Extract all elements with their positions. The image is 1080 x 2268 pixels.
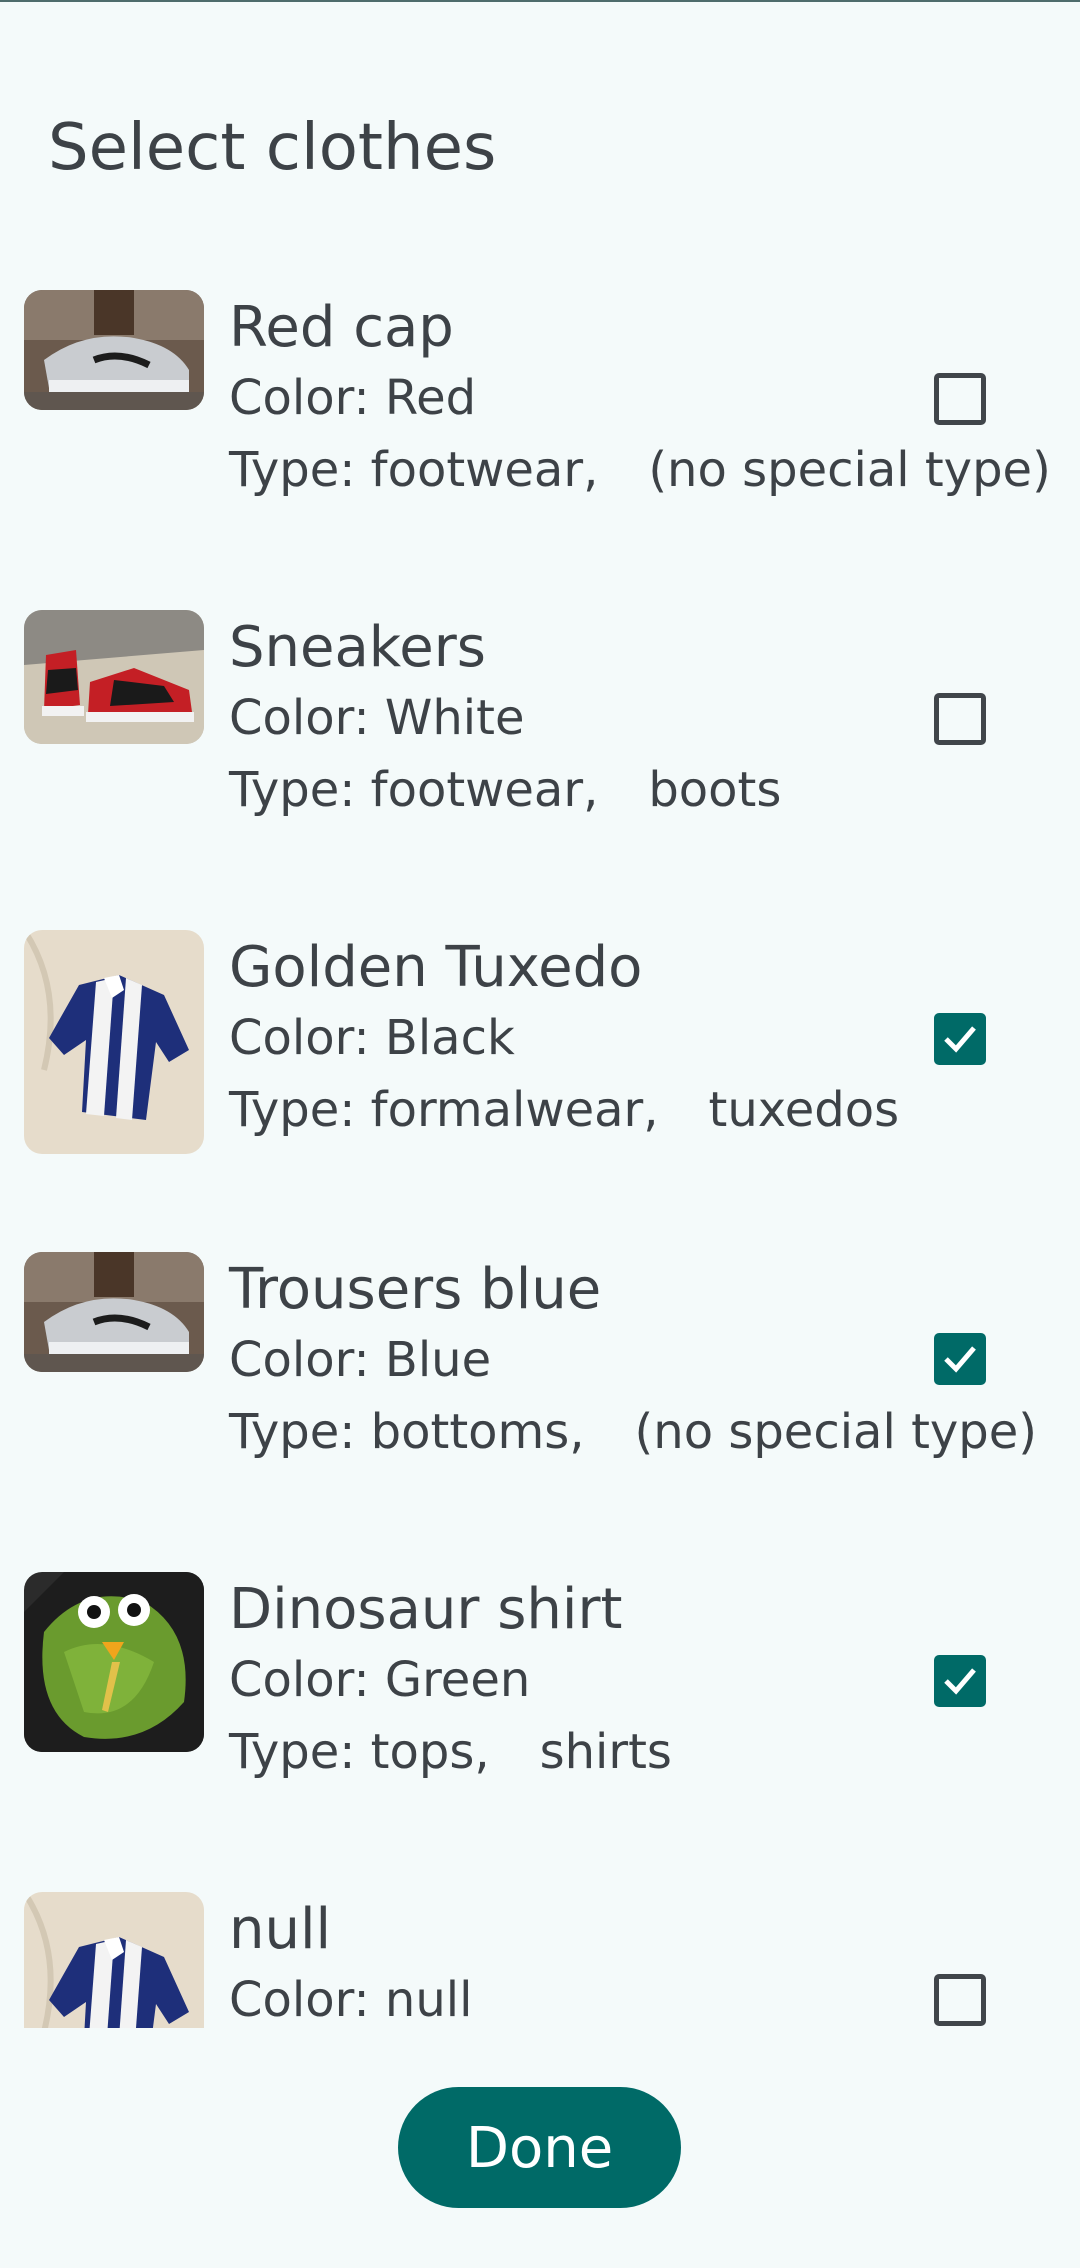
- item-type-special: shirts: [539, 1724, 672, 1780]
- item-color: Color: Black: [229, 1010, 515, 1066]
- item-color: Color: Red: [229, 370, 477, 426]
- item-name: Dinosaur shirt: [229, 1577, 623, 1642]
- red-high-tops-photo-icon: [24, 610, 204, 744]
- item-name: Red cap: [229, 295, 454, 360]
- page-title: Select clothes: [48, 111, 497, 185]
- item-type-special: (no special type): [648, 442, 1051, 498]
- list-item-sneakers[interactable]: Sneakers Color: White Type: footwear, boo…: [0, 600, 1080, 920]
- item-name: Sneakers: [229, 615, 486, 680]
- list-item-golden-tuxedo[interactable]: Golden Tuxedo Color: Black Type: formalw…: [0, 920, 1080, 1240]
- checkmark-icon: [944, 1668, 976, 1695]
- item-checkbox[interactable]: [934, 1655, 986, 1707]
- item-type-category: Type: formalwear,: [229, 1082, 659, 1138]
- item-type: Type: tops, shirts: [229, 1716, 672, 1788]
- top-divider: [0, 0, 1080, 2]
- item-name: Golden Tuxedo: [229, 935, 643, 1000]
- item-color: Color: Green: [229, 1652, 531, 1708]
- done-button[interactable]: Done: [398, 2087, 681, 2208]
- list-item-trousers-blue[interactable]: Trousers blue Color: Blue Type: bottoms,…: [0, 1242, 1080, 1562]
- item-checkbox[interactable]: [934, 1974, 986, 2026]
- striped-shirt-photo-icon: [24, 1892, 204, 2028]
- dinosaur-costume-photo-icon: [24, 1572, 204, 1752]
- checkmark-icon: [944, 1346, 976, 1373]
- item-type-special: tuxedos: [708, 1082, 900, 1138]
- item-color: Color: Blue: [229, 1332, 492, 1388]
- item-type: Type: formalwear, tuxedos: [229, 1074, 899, 1146]
- sneaker-photo-icon: [24, 1252, 204, 1372]
- sneaker-photo-icon: [24, 290, 204, 410]
- clothes-list[interactable]: Red cap Color: Red Type: footwear, (no sp…: [0, 280, 1080, 2028]
- item-checkbox[interactable]: [934, 1013, 986, 1065]
- item-type: Type: footwear, boots: [229, 754, 781, 826]
- striped-shirt-photo-icon: [24, 930, 204, 1154]
- item-color: Color: null: [229, 1972, 473, 2028]
- item-type-special: (no special type): [634, 1404, 1038, 1460]
- item-name: null: [229, 1897, 332, 1962]
- item-checkbox[interactable]: [934, 373, 986, 425]
- item-type-category: Type: tops,: [229, 1724, 490, 1780]
- item-type-category: Type: footwear,: [229, 762, 599, 818]
- list-item-null[interactable]: null Color: null: [0, 1882, 1080, 2028]
- list-item-dinosaur-shirt[interactable]: Dinosaur shirt Color: Green Type: tops, s…: [0, 1562, 1080, 1882]
- item-type-special: boots: [648, 762, 782, 818]
- item-type-category: Type: footwear,: [229, 442, 599, 498]
- checkmark-icon: [944, 1026, 976, 1053]
- item-type: Type: bottoms, (no special type): [229, 1396, 1037, 1468]
- item-name: Trousers blue: [229, 1257, 602, 1322]
- item-type-category: Type: bottoms,: [229, 1404, 585, 1460]
- item-color: Color: White: [229, 690, 525, 746]
- list-item-red-cap[interactable]: Red cap Color: Red Type: footwear, (no sp…: [0, 280, 1080, 600]
- item-type: Type: footwear, (no special type): [229, 434, 1051, 506]
- item-checkbox[interactable]: [934, 1333, 986, 1385]
- item-checkbox[interactable]: [934, 693, 986, 745]
